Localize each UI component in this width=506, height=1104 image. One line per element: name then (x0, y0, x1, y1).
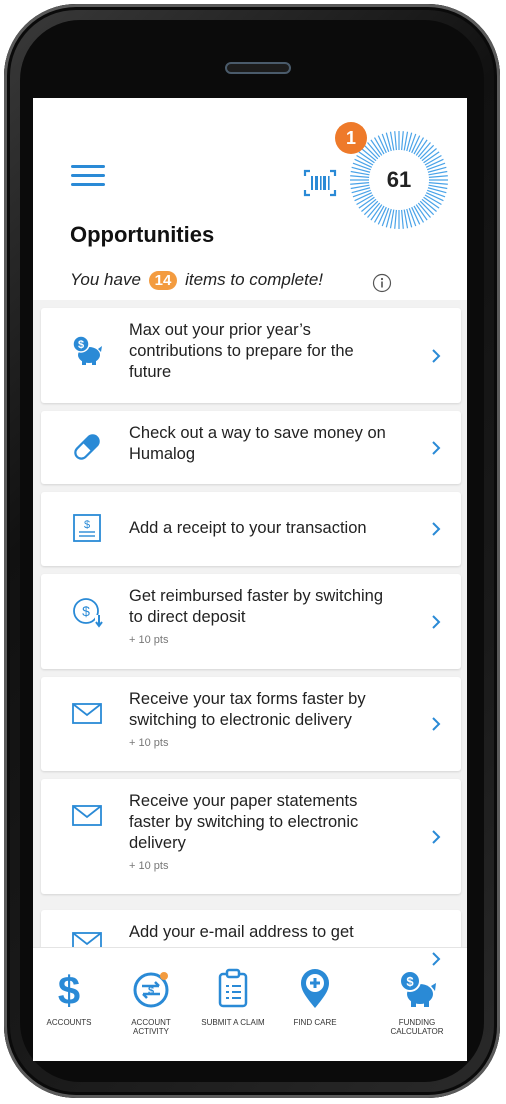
chevron-right-icon (432, 440, 441, 455)
card-text-label: Get reimbursed faster by switching to di… (129, 587, 384, 626)
points-label: + 10 pts (129, 634, 169, 646)
header: 61 1 Opportunities You have 14 items to … (33, 98, 467, 300)
svg-text:$: $ (148, 985, 154, 997)
score-ring-tick (428, 182, 448, 185)
dollar-icon: $ (58, 969, 80, 1010)
points-label: + 10 pts (129, 737, 169, 749)
svg-text:$: $ (82, 603, 90, 619)
card-text-label: Receive your tax forms faster by switchi… (129, 690, 366, 729)
location-pin-plus-icon (301, 969, 329, 1008)
card-text: Check out a way to save money on Humalog (129, 424, 386, 463)
nav-accounts[interactable]: $ ACCOUNTS (33, 948, 105, 1061)
nav-label: FUNDING CALCULATOR (390, 1018, 444, 1036)
card-text: Max out your prior year’s contributions … (129, 321, 354, 381)
items-summary: You have 14 items to complete! (70, 270, 323, 290)
score-value: 61 (374, 155, 424, 205)
nav-funding-calculator[interactable]: $ FUNDING CALCULATOR (381, 948, 453, 1061)
score-ring-tick (350, 175, 370, 178)
score-ring-tick (403, 209, 409, 229)
piggy-bank-dollar-icon: $ (72, 335, 102, 365)
nav-submit-claim[interactable]: SUBMIT A CLAIM (197, 948, 269, 1061)
nav-account-activity[interactable]: $ ACCOUNT ACTIVITY (115, 948, 187, 1061)
direct-deposit-icon: $ (73, 598, 103, 628)
envelope-icon (72, 805, 102, 826)
envelope-icon (72, 703, 102, 724)
nav-label: ACCOUNTS (46, 1018, 92, 1027)
page-title: Opportunities (70, 222, 215, 247)
nav-label: FIND CARE (293, 1018, 337, 1027)
info-icon[interactable] (372, 273, 392, 293)
opportunity-card-direct-deposit[interactable]: $ Get reimbursed faster by switching to … (41, 574, 461, 669)
item-count-badge: 14 (148, 271, 178, 290)
card-text: Receive your paper statements faster by … (129, 791, 399, 873)
score-ring-tick (403, 131, 409, 151)
card-text: Add your e-mail address to get (129, 923, 354, 941)
opportunity-card-paper-statements[interactable]: Receive your paper statements faster by … (41, 779, 461, 894)
opportunity-card-receipt[interactable]: $ Add a receipt to your transaction (41, 492, 461, 566)
svg-text:$: $ (406, 974, 414, 989)
score-ring-tick (394, 209, 397, 229)
app-screen: 61 1 Opportunities You have 14 items to … (33, 98, 467, 1061)
barcode-scan-icon[interactable] (303, 168, 337, 198)
subtitle-prefix: You have (70, 270, 141, 289)
score-ring-tick (389, 209, 395, 229)
score-ring-tick (428, 184, 448, 190)
chevron-right-icon (432, 348, 441, 363)
nav-find-care[interactable]: FIND CARE (279, 948, 351, 1061)
score-ring-tick (350, 170, 370, 176)
score-ring-tick (401, 209, 404, 229)
clipboard-icon (218, 968, 248, 1008)
score-ring-tick (428, 170, 448, 176)
chevron-right-icon (432, 829, 441, 844)
phone-speaker (225, 62, 291, 74)
card-text: Receive your tax forms faster by switchi… (129, 689, 399, 750)
score-ring-tick (350, 182, 370, 185)
pill-icon (74, 434, 100, 460)
opportunity-card-contributions[interactable]: $ Max out your prior year’s contribution… (41, 308, 461, 403)
chevron-right-icon (432, 522, 441, 536)
score-ring-tick (401, 131, 404, 151)
svg-text:$: $ (84, 519, 90, 531)
card-text-label: Receive your paper statements faster by … (129, 792, 359, 852)
points-label: + 10 pts (129, 860, 169, 872)
opportunity-card-tax-forms[interactable]: Receive your tax forms faster by switchi… (41, 677, 461, 771)
card-text: Get reimbursed faster by switching to di… (129, 586, 399, 647)
bottom-nav: $ ACCOUNTS $ ACCOUNT ACTIVITY SUBMIT A C… (33, 947, 467, 1061)
notification-badge[interactable]: 1 (335, 122, 367, 154)
svg-text:$: $ (58, 969, 80, 1010)
chevron-right-icon (432, 717, 441, 731)
account-activity-icon: $ (133, 972, 169, 1008)
opportunity-card-humalog[interactable]: Check out a way to save money on Humalog (41, 411, 461, 484)
nav-label: ACCOUNT ACTIVITY (131, 1018, 171, 1036)
receipt-icon: $ (73, 514, 101, 542)
svg-text:$: $ (78, 339, 84, 351)
subtitle-suffix: items to complete! (185, 270, 324, 289)
piggy-bank-dollar-icon: $ (399, 970, 436, 1007)
card-text: Add a receipt to your transaction (129, 519, 367, 537)
score-ring-tick (389, 131, 395, 151)
score-ring-tick (394, 131, 397, 151)
score-ring-tick (350, 184, 370, 190)
hamburger-menu-icon[interactable] (71, 165, 105, 187)
chevron-right-icon (432, 614, 441, 629)
nav-label: SUBMIT A CLAIM (201, 1018, 265, 1027)
score-ring-tick (428, 175, 448, 178)
